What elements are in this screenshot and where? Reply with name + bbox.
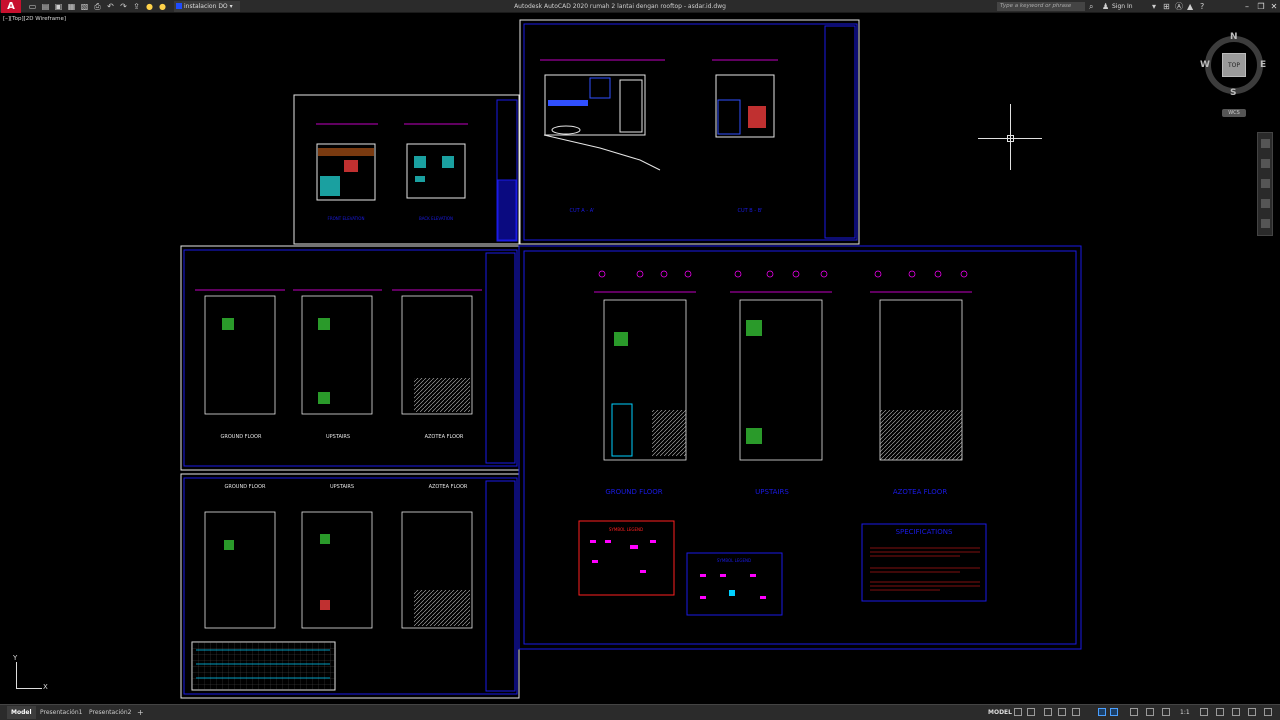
transparency-icon[interactable]: [1146, 708, 1154, 716]
plot-icon[interactable]: ⎙: [93, 2, 102, 11]
sheet-plans-top: GROUND FLOOR UPSTAIRS AZOTEA FLOOR: [180, 245, 520, 471]
ortho-mode-icon[interactable]: [1044, 708, 1052, 716]
sheet-elevations: FRONT ELEVATION BACK ELEVATION: [293, 94, 520, 245]
add-layout-button[interactable]: +: [137, 706, 144, 719]
polar-tracking-icon[interactable]: [1058, 708, 1066, 716]
workspace-switching-icon[interactable]: [1200, 708, 1208, 716]
tab-model[interactable]: Model: [7, 706, 36, 719]
autocad-logo-button[interactable]: A: [1, 0, 21, 13]
workspace-dropdown[interactable]: instalacion DO ▾: [174, 1, 240, 12]
workspace-label: instalacion DO: [184, 3, 228, 10]
redo-icon[interactable]: ↷: [119, 2, 128, 11]
cart-icon[interactable]: ⊞: [1163, 1, 1170, 12]
clean-screen-icon[interactable]: [1248, 708, 1256, 716]
navigation-bar[interactable]: [1257, 132, 1273, 236]
share-icon[interactable]: ⇪: [132, 2, 141, 11]
ucs-x-axis: [16, 688, 42, 689]
layout-tab-bar: Model Presentación1 Presentación2 + MODE…: [0, 704, 1280, 720]
restore-button[interactable]: ❐: [1254, 0, 1268, 13]
isodraft-icon[interactable]: [1072, 708, 1080, 716]
tab-presentacion2[interactable]: Presentación2: [85, 706, 135, 719]
elevation-label-back: BACK ELEVATION: [419, 216, 453, 221]
sign-in-link[interactable]: Sign In: [1112, 0, 1133, 13]
pan-icon[interactable]: [1261, 159, 1270, 168]
save-icon[interactable]: ▣: [54, 2, 63, 11]
open-file-icon[interactable]: ▤: [41, 2, 50, 11]
specifications-title: SPECIFICATIONS: [896, 528, 953, 536]
main-label-ground: GROUND FLOOR: [605, 488, 662, 496]
snap-mode-icon[interactable]: [1027, 708, 1035, 716]
user-icon[interactable]: ♟: [1102, 1, 1109, 12]
lineweight-icon[interactable]: [1130, 708, 1138, 716]
autodesk-a360-icon[interactable]: Ⓐ: [1175, 1, 1183, 12]
plan-label-ground-2: GROUND FLOOR: [225, 484, 266, 490]
sheet-sections: CUT A - A' CUT B - B': [519, 19, 860, 245]
compass-west[interactable]: W: [1200, 60, 1210, 70]
help-icon[interactable]: ?: [1200, 1, 1204, 12]
sharing-icon[interactable]: ▲: [1187, 1, 1193, 12]
crosshair-pickbox: [1007, 135, 1014, 142]
save-as-icon[interactable]: ▦: [67, 2, 76, 11]
steering-wheel-icon[interactable]: [1261, 139, 1270, 148]
customization-menu-icon[interactable]: [1264, 708, 1272, 716]
close-button[interactable]: ✕: [1267, 0, 1280, 13]
tab-presentacion1[interactable]: Presentación1: [36, 706, 86, 719]
ucs-y-axis: [16, 662, 17, 688]
annotation-visibility-icon[interactable]: [1162, 708, 1170, 716]
legend-title-2: SYMBOL LEGEND: [717, 558, 751, 563]
section-label-b: CUT B - B': [737, 208, 762, 214]
plan-label-upstairs-2: UPSTAIRS: [330, 484, 354, 490]
elevation-label-front: FRONT ELEVATION: [328, 216, 365, 221]
undo-icon[interactable]: ↶: [106, 2, 115, 11]
search-input[interactable]: Type a keyword or phrase: [997, 2, 1085, 11]
viewcube-top-face[interactable]: TOP: [1222, 53, 1246, 77]
section-label-a: CUT A - A': [570, 208, 595, 214]
light-bulb-icon[interactable]: ●: [158, 2, 167, 11]
annotation-monitor-icon[interactable]: [1216, 708, 1224, 716]
web-mobile-icon[interactable]: ▧: [80, 2, 89, 11]
drawing-canvas[interactable]: FRONT ELEVATION BACK ELEVATION CUT A - A…: [0, 13, 1280, 703]
grid-display-icon[interactable]: [1014, 708, 1022, 716]
minimize-button[interactable]: –: [1240, 0, 1254, 13]
quick-access-toolbar: ▭ ▤ ▣ ▦ ▧ ⎙ ↶ ↷ ⇪ ● ●: [28, 1, 167, 12]
orbit-icon[interactable]: [1261, 199, 1270, 208]
main-label-azotea: AZOTEA FLOOR: [893, 488, 948, 496]
plan-label-upstairs: UPSTAIRS: [326, 434, 350, 440]
layer-color-swatch: [176, 3, 182, 9]
viewcube[interactable]: TOP N S E W WCS: [1200, 30, 1270, 117]
window-title: Autodesk AutoCAD 2020 rumah 2 lantai den…: [514, 3, 726, 10]
object-snap-icon[interactable]: [1110, 708, 1118, 716]
legend-title-1: SYMBOL LEGEND: [609, 527, 643, 532]
object-snap-tracking-icon[interactable]: [1098, 708, 1106, 716]
main-label-upstairs: UPSTAIRS: [755, 488, 789, 496]
ucs-y-label: Y: [13, 654, 18, 662]
chevron-down-icon[interactable]: ▾: [1152, 1, 1156, 12]
compass-north[interactable]: N: [1230, 32, 1238, 42]
plan-label-ground: GROUND FLOOR: [221, 434, 262, 440]
showmotion-icon[interactable]: [1261, 219, 1270, 228]
light-bulb-icon[interactable]: ●: [145, 2, 154, 11]
plan-label-azotea: AZOTEA FLOOR: [425, 434, 464, 440]
sheet-plans-bottom: GROUND FLOOR UPSTAIRS AZOTEA FLOOR: [180, 473, 520, 699]
annotation-scale[interactable]: 1:1: [1180, 706, 1190, 719]
search-icon[interactable]: ⌕: [1089, 1, 1093, 12]
new-file-icon[interactable]: ▭: [28, 2, 37, 11]
compass-south[interactable]: S: [1230, 88, 1236, 98]
plan-label-azotea-2: AZOTEA FLOOR: [429, 484, 468, 490]
isolate-objects-icon[interactable]: [1232, 708, 1240, 716]
wcs-menu[interactable]: WCS: [1222, 109, 1246, 117]
zoom-icon[interactable]: [1261, 179, 1270, 188]
sheet-main-plans: GROUND FLOOR UPSTAIRS AZOTEA FLOOR SYMBO…: [518, 245, 1082, 650]
ucs-x-label: X: [43, 683, 48, 691]
model-space-toggle[interactable]: MODEL: [988, 706, 1012, 719]
title-bar: A ▭ ▤ ▣ ▦ ▧ ⎙ ↶ ↷ ⇪ ● ● instalacion DO ▾…: [0, 0, 1280, 13]
compass-east[interactable]: E: [1260, 60, 1266, 70]
